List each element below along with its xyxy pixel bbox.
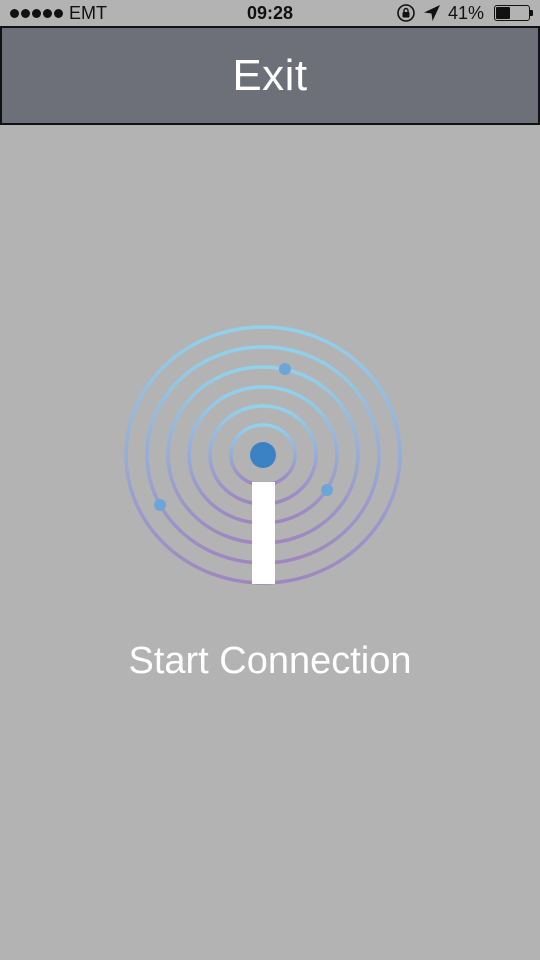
location-arrow-icon <box>423 5 440 21</box>
status-right: 41% <box>396 0 533 26</box>
antenna-stem <box>252 482 275 584</box>
rotation-lock-icon <box>397 4 415 22</box>
center-dot <box>250 442 276 468</box>
exit-label: Exit <box>232 50 308 100</box>
battery-icon <box>494 5 533 21</box>
battery-level <box>496 7 510 19</box>
wireless-antenna-icon[interactable] <box>120 320 410 590</box>
start-connection-label[interactable]: Start Connection <box>0 640 540 683</box>
orbit-dot <box>279 363 291 375</box>
orbit-dot <box>321 484 333 496</box>
battery-tip <box>530 10 533 16</box>
orbit-dot <box>154 499 166 511</box>
battery-percent: 41% <box>447 3 484 23</box>
exit-button[interactable]: Exit <box>0 26 540 125</box>
status-bar: EMT 09:28 41% <box>0 0 540 26</box>
